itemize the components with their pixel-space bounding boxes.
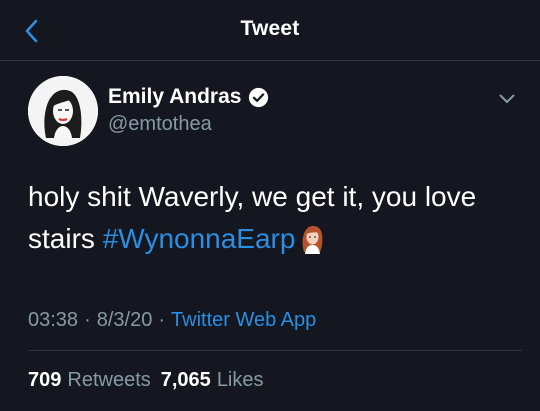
divider [28,350,522,351]
author-handle[interactable]: @emtothea [108,113,212,136]
meta-separator: · [84,309,91,331]
likes-count: 7,065 [160,369,211,391]
likes-stat[interactable]: 7,065 Likes [161,369,264,391]
meta-separator: · [158,309,166,331]
author-name[interactable]: Emily Andras [108,85,241,109]
tweet-meta: 03:38 · 8/3/20 · Twitter Web App [28,309,316,332]
chevron-down-icon [499,94,515,103]
tweet-text: holy shit Waverly, we get it, you love s… [28,176,518,260]
more-options-button[interactable] [494,88,520,110]
retweets-stat[interactable]: 709 Retweets [28,369,151,391]
likes-label: Likes [216,369,264,391]
avatar[interactable] [28,76,98,146]
top-bar: Tweet [0,0,540,61]
retweets-count: 709 [28,369,62,391]
tweet-date: 8/3/20 [96,309,153,331]
hashtag-link[interactable]: #WynonnaEarp [103,223,296,254]
woman-red-hair-emoji [303,225,323,254]
tweet-time: 03:38 [28,309,79,331]
engagement-stats: 709 Retweets 7,065 Likes [28,369,264,392]
source-link[interactable]: Twitter Web App [171,309,316,331]
retweets-label: Retweets [67,369,151,391]
author-name-row[interactable]: Emily Andras [108,85,269,109]
avatar-illustration [28,76,98,146]
page-title: Tweet [240,17,300,40]
verified-badge-icon [249,87,269,107]
